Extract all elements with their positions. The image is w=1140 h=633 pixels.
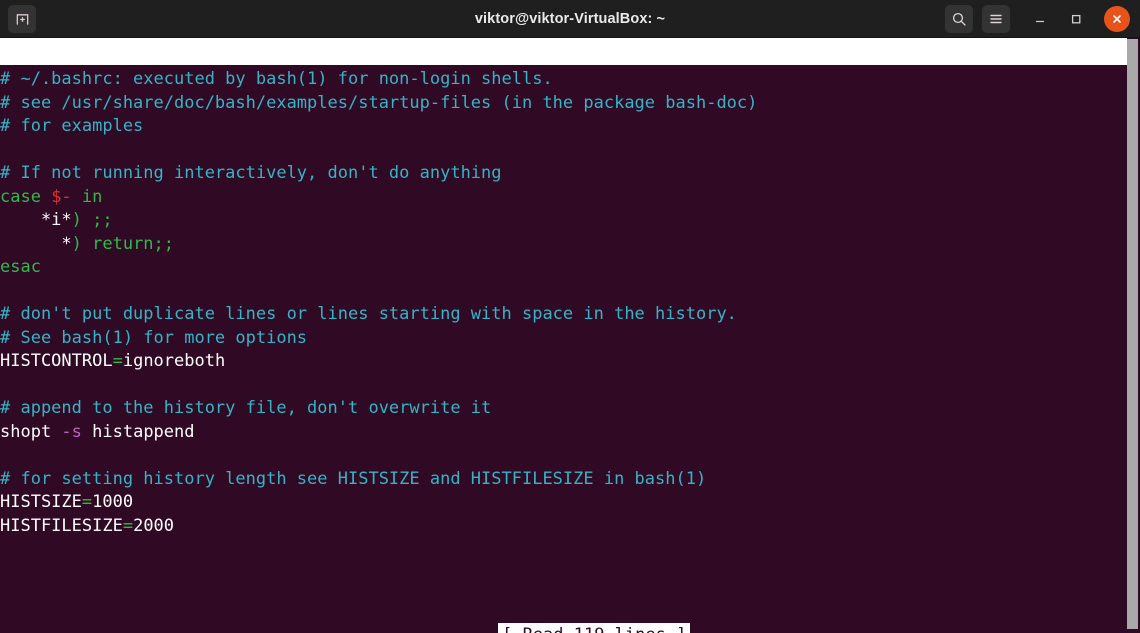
editor-line: shopt -s histappend [0,421,1127,445]
close-icon [1110,12,1124,26]
editor-line-segment: case [0,186,52,207]
editor-line: HISTCONTROL=ignoreboth [0,350,1127,374]
terminal-scrollbar[interactable] [1127,38,1138,633]
editor-line: # for examples [0,115,1127,139]
search-icon [951,11,967,27]
editor-line-segment: histappend [81,421,195,442]
editor-line-segment: # ~/.bashrc: executed by bash(1) for non… [0,69,553,89]
editor-line-segment: 2000 [133,515,175,536]
editor-line-segment: in [71,186,103,207]
editor-line-segment: HISTFILESIZE [0,515,123,536]
editor-line-segment: # don't put duplicate lines or lines sta… [0,304,737,324]
nano-titlebar: GNU nano 5.6.1/home/viktor/.bashrc [0,38,1127,65]
editor-line-segment: ) return;; [71,233,175,254]
editor-line-segment: # see /usr/share/doc/bash/examples/start… [0,92,758,113]
maximize-icon [1069,12,1083,26]
editor-line-segment: = [122,515,134,536]
editor-line-segment: ) ;; [71,210,113,230]
editor-line-segment: # See bash(1) for more options [0,327,308,348]
editor-line: esac [0,256,1127,280]
nano-text-buffer[interactable]: # ~/.bashrc: executed by bash(1) for non… [0,68,1127,538]
editor-line: # ~/.bashrc: executed by bash(1) for non… [0,68,1127,92]
editor-line: HISTFILESIZE=2000 [0,515,1127,539]
menu-button[interactable] [982,5,1010,33]
nano-status-message: [ Read 119 lines ] [0,596,1127,633]
editor-line: # If not running interactively, don't do… [0,162,1127,186]
search-button[interactable] [945,5,973,33]
scrollbar-thumb[interactable] [1127,39,1138,629]
editor-line: # for setting history length see HISTSIZ… [0,468,1127,492]
editor-line: *i*) ;; [0,209,1127,233]
editor-line-segment: # for examples [0,116,144,136]
nano-editor[interactable]: GNU nano 5.6.1/home/viktor/.bashrc # ~/.… [0,38,1127,633]
editor-line-segment: # If not running interactively, don't do… [0,163,502,183]
editor-line-segment: $- [51,186,72,207]
hamburger-menu-icon [988,11,1004,27]
editor-line-segment: # append to the history file, don't over… [0,398,492,418]
editor-line-segment: HISTCONTROL [0,351,113,371]
editor-line-segment: shopt [0,421,62,442]
nano-shortcut-bar: ^G Help^O Write Out^W Where Is^K Cut^T E… [0,624,1127,633]
window-titlebar: viktor@viktor-VirtualBox: ~ [0,0,1140,38]
editor-line-segment: = [112,351,123,371]
editor-line-segment: # for setting history length see HISTSIZ… [0,468,707,489]
minimize-button[interactable] [1026,5,1054,33]
minimize-icon [1033,12,1047,26]
editor-line: # See bash(1) for more options [0,327,1127,351]
editor-line-segment: esac [0,257,41,277]
editor-line-segment: ignoreboth [122,351,226,371]
editor-line-segment: -s [61,421,82,442]
close-button[interactable] [1104,6,1130,32]
editor-line: # don't put duplicate lines or lines sta… [0,303,1127,327]
terminal-window[interactable]: GNU nano 5.6.1/home/viktor/.bashrc # ~/.… [0,38,1140,633]
editor-line-segment: 1000 [92,492,134,512]
editor-line-segment: * [0,233,72,254]
editor-line-segment: HISTSIZE [0,492,82,512]
editor-line-segment: = [81,492,93,512]
editor-line: # see /usr/share/doc/bash/examples/start… [0,92,1127,116]
editor-line-segment: *i* [0,210,72,230]
editor-line: # append to the history file, don't over… [0,397,1127,421]
maximize-button[interactable] [1062,5,1090,33]
editor-line: *) return;; [0,233,1127,257]
editor-line: case $- in [0,186,1127,210]
editor-line: HISTSIZE=1000 [0,491,1127,515]
